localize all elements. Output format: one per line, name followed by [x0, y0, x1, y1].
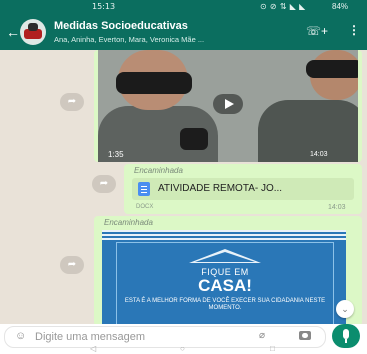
overflow-menu-icon[interactable]: ⋮: [348, 23, 360, 37]
group-avatar[interactable]: [20, 19, 46, 45]
system-nav-bar: ◁ ○ □: [0, 344, 367, 354]
video-thumbnail[interactable]: 1:35 14:03: [98, 50, 358, 162]
poster-line3: ESTA É A MELHOR FORMA DE VOCÊ EXECER SUA…: [124, 298, 326, 311]
nav-back-icon[interactable]: ◁: [90, 344, 96, 353]
status-icons: ⊙ ⊘ ⇅ ◣ ◣: [260, 2, 306, 11]
emoji-icon[interactable]: ☺: [15, 330, 26, 342]
message-time: 14:03: [328, 204, 346, 211]
forward-icon[interactable]: ➦: [92, 175, 116, 193]
shirt-logo: [180, 128, 208, 150]
camera-icon[interactable]: [299, 331, 311, 340]
document-attachment[interactable]: ATIVIDADE REMOTA- JO...: [132, 178, 354, 200]
back-arrow-icon[interactable]: ←: [6, 24, 20, 40]
document-icon: [138, 182, 150, 196]
chat-header: ← Medidas Socioeducativas Ana, Aninha, E…: [0, 14, 367, 50]
nav-home-icon[interactable]: ○: [180, 344, 185, 353]
group-participants[interactable]: Ana, Aninha, Everton, Mara, Veronica Mãe…: [54, 35, 302, 44]
forward-icon[interactable]: ➦: [60, 256, 84, 274]
video-duration: 1:35: [108, 150, 124, 159]
group-title[interactable]: Medidas Socioeducativas: [54, 20, 188, 32]
battery-level: 84%: [332, 2, 349, 11]
message-input[interactable]: Digite uma mensagem: [35, 331, 145, 343]
poster-line2: CASA!: [198, 276, 252, 295]
video-message[interactable]: 1:35 14:03: [94, 50, 362, 162]
attach-icon[interactable]: ⌀: [259, 330, 265, 341]
scroll-down-icon[interactable]: ⌄: [336, 300, 354, 318]
document-message[interactable]: Encaminhada ATIVIDADE REMOTA- JO... DOCX…: [124, 164, 362, 214]
forwarded-label: Encaminhada: [134, 166, 183, 175]
chat-area[interactable]: ➦ 1:35 14:03 ➦ Encaminhada ATIVIDADE REM…: [0, 50, 367, 324]
forwarded-label: Encaminhada: [104, 218, 153, 227]
nav-recents-icon[interactable]: □: [270, 344, 275, 353]
message-input-bar[interactable]: ☺ Digite uma mensagem ⌀: [4, 326, 326, 348]
play-icon[interactable]: [213, 94, 243, 114]
document-type: DOCX: [136, 204, 154, 210]
image-message[interactable]: Encaminhada FIQUE EM CASA! ESTA É A MELH…: [94, 216, 362, 324]
forward-icon[interactable]: ➦: [60, 93, 84, 111]
mic-button[interactable]: [332, 324, 360, 348]
status-bar: 15:13 ⊙ ⊘ ⇅ ◣ ◣ 84%: [0, 0, 367, 14]
status-time: 15:13: [92, 2, 116, 11]
document-name: ATIVIDADE REMOTA- JO...: [158, 183, 283, 194]
message-time: 14:03: [310, 151, 328, 158]
add-call-icon[interactable]: ☏+: [306, 24, 328, 38]
poster-image[interactable]: FIQUE EM CASA! ESTA É A MELHOR FORMA DE …: [102, 230, 346, 324]
